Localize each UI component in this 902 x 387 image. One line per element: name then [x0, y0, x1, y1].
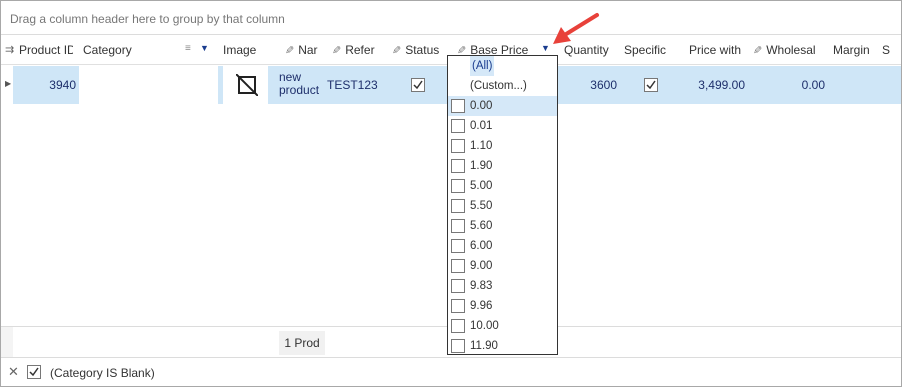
filter-value-item[interactable]: 9.00	[448, 256, 557, 276]
filter-value-label: 0.00	[470, 100, 493, 112]
row-indicator[interactable]: ▶	[1, 66, 13, 104]
filter-option-all[interactable]: (All)	[448, 56, 557, 76]
filter-enabled-checkbox[interactable]	[27, 365, 41, 379]
filter-value-item[interactable]: 1.90	[448, 156, 557, 176]
filter-value-label: 5.60	[470, 220, 493, 232]
footer-indicator	[1, 327, 13, 357]
filter-value-checkbox[interactable]	[451, 299, 465, 313]
cell-price-with[interactable]: 3,499.00	[681, 66, 745, 104]
filter-value-checkbox[interactable]	[451, 219, 465, 233]
cell-category[interactable]	[78, 66, 218, 104]
filter-value-checkbox[interactable]	[451, 99, 465, 113]
sort-icon[interactable]: ≡	[185, 43, 191, 54]
header-extra-label: S	[882, 43, 891, 57]
cell-product-id[interactable]: 3940	[15, 66, 76, 104]
red-arrow	[553, 13, 599, 44]
filter-value-label: 0.01	[470, 120, 493, 132]
group-by-panel[interactable]: Drag a column header here to group by th…	[1, 1, 901, 35]
header-image-label: Image	[223, 43, 257, 57]
status-checkbox[interactable]	[411, 78, 425, 92]
filter-value-item[interactable]: 6.00	[448, 236, 557, 256]
header-product-id[interactable]: Product ID	[19, 35, 73, 65]
filter-value-checkbox[interactable]	[451, 319, 465, 333]
header-category-label: Category	[83, 43, 132, 57]
footer-count: 1 Prod	[279, 331, 325, 355]
filter-value-label: 1.90	[470, 160, 493, 172]
header-margin[interactable]: Margin	[833, 35, 873, 65]
row-pointer-icon: ▶	[5, 79, 12, 88]
filter-value-checkbox[interactable]	[451, 339, 465, 353]
pencil-icon: ✎	[332, 45, 342, 57]
pencil-icon: ✎	[753, 45, 763, 57]
cell-quantity[interactable]: 3600	[561, 66, 617, 104]
filter-value-label: 9.96	[470, 300, 493, 312]
filter-value-checkbox[interactable]	[451, 259, 465, 273]
header-wholesale[interactable]: ✎ Wholesal	[753, 35, 823, 65]
filter-value-checkbox[interactable]	[451, 119, 465, 133]
filter-value-label: 10.00	[470, 320, 499, 332]
filter-value-checkbox[interactable]	[451, 279, 465, 293]
filter-value-item[interactable]: 1.10	[448, 136, 557, 156]
filter-value-item[interactable]: 5.60	[448, 216, 557, 236]
filter-expression[interactable]: (Category IS Blank)	[50, 366, 155, 380]
filter-option-all-label: (All)	[470, 56, 495, 76]
cell-name[interactable]: new product	[279, 66, 323, 104]
cell-image[interactable]	[223, 66, 268, 104]
filter-value-item[interactable]: 0.00	[448, 96, 557, 116]
cell-wholesale[interactable]: 0.00	[771, 66, 825, 104]
header-name[interactable]: ✎ Nar	[285, 35, 321, 65]
no-image-icon	[236, 74, 258, 96]
cell-reference[interactable]: TEST123	[327, 66, 387, 104]
header-specific[interactable]: Specific	[624, 35, 674, 65]
specific-checkbox[interactable]	[644, 78, 658, 92]
filter-value-checkbox[interactable]	[451, 139, 465, 153]
header-status-label: Status	[405, 43, 440, 57]
filter-value-checkbox[interactable]	[451, 239, 465, 253]
header-product-id-label: Product ID	[19, 43, 73, 57]
header-margin-label: Margin	[833, 43, 870, 57]
header-extra[interactable]: S	[882, 35, 894, 65]
filter-value-checkbox[interactable]	[451, 199, 465, 213]
filter-value-item[interactable]: 0.01	[448, 116, 557, 136]
check-icon	[29, 367, 39, 377]
filter-value-label: 9.00	[470, 260, 493, 272]
filter-value-item[interactable]: 10.00	[448, 316, 557, 336]
filter-value-item[interactable]: 9.96	[448, 296, 557, 316]
filter-value-item[interactable]: 5.50	[448, 196, 557, 216]
header-wholesale-label: Wholesal	[766, 43, 816, 57]
filter-value-item[interactable]: 5.00	[448, 176, 557, 196]
column-chooser-icon[interactable]: ⇉	[5, 35, 15, 65]
pencil-icon: ✎	[285, 45, 295, 57]
check-icon	[413, 80, 423, 90]
filter-value-checkbox[interactable]	[451, 159, 465, 173]
filter-dropdown: (All) (Custom...) 0.00 0.01 1.10 1.90 5.00 5.…	[447, 55, 558, 355]
header-specific-label: Specific	[624, 43, 667, 57]
header-reference[interactable]: ✎ Refer	[332, 35, 380, 65]
filter-icon[interactable]: ▼	[200, 43, 209, 53]
filter-value-label: 6.00	[470, 240, 493, 252]
filter-value-label: 5.50	[470, 200, 493, 212]
filter-bar: ✕ (Category IS Blank)	[1, 357, 901, 386]
cell-name-line2: product	[279, 83, 320, 97]
close-icon[interactable]: ✕	[8, 364, 19, 380]
pencil-icon: ✎	[392, 45, 402, 57]
check-icon	[646, 80, 656, 90]
group-panel-hint: Drag a column header here to group by th…	[10, 12, 285, 26]
filter-value-item[interactable]: 11.90	[448, 336, 557, 356]
header-image[interactable]: Image	[223, 35, 263, 65]
filter-value-label: 5.00	[470, 180, 493, 192]
header-price-with[interactable]: Price with	[689, 35, 745, 65]
filter-value-label: 9.83	[470, 280, 493, 292]
filter-value-label: 11.90	[470, 340, 498, 352]
header-reference-label: Refer	[345, 43, 375, 57]
header-status[interactable]: ✎ Status	[392, 35, 444, 65]
header-name-label: Nar	[298, 43, 318, 57]
filter-value-item[interactable]: 9.83	[448, 276, 557, 296]
header-price-with-label: Price with	[689, 43, 742, 57]
header-category[interactable]: Category	[83, 35, 183, 65]
filter-option-custom-label: (Custom...)	[470, 80, 527, 92]
filter-value-checkbox[interactable]	[451, 179, 465, 193]
filter-value-label: 1.10	[470, 140, 493, 152]
filter-option-custom[interactable]: (Custom...)	[448, 76, 557, 96]
